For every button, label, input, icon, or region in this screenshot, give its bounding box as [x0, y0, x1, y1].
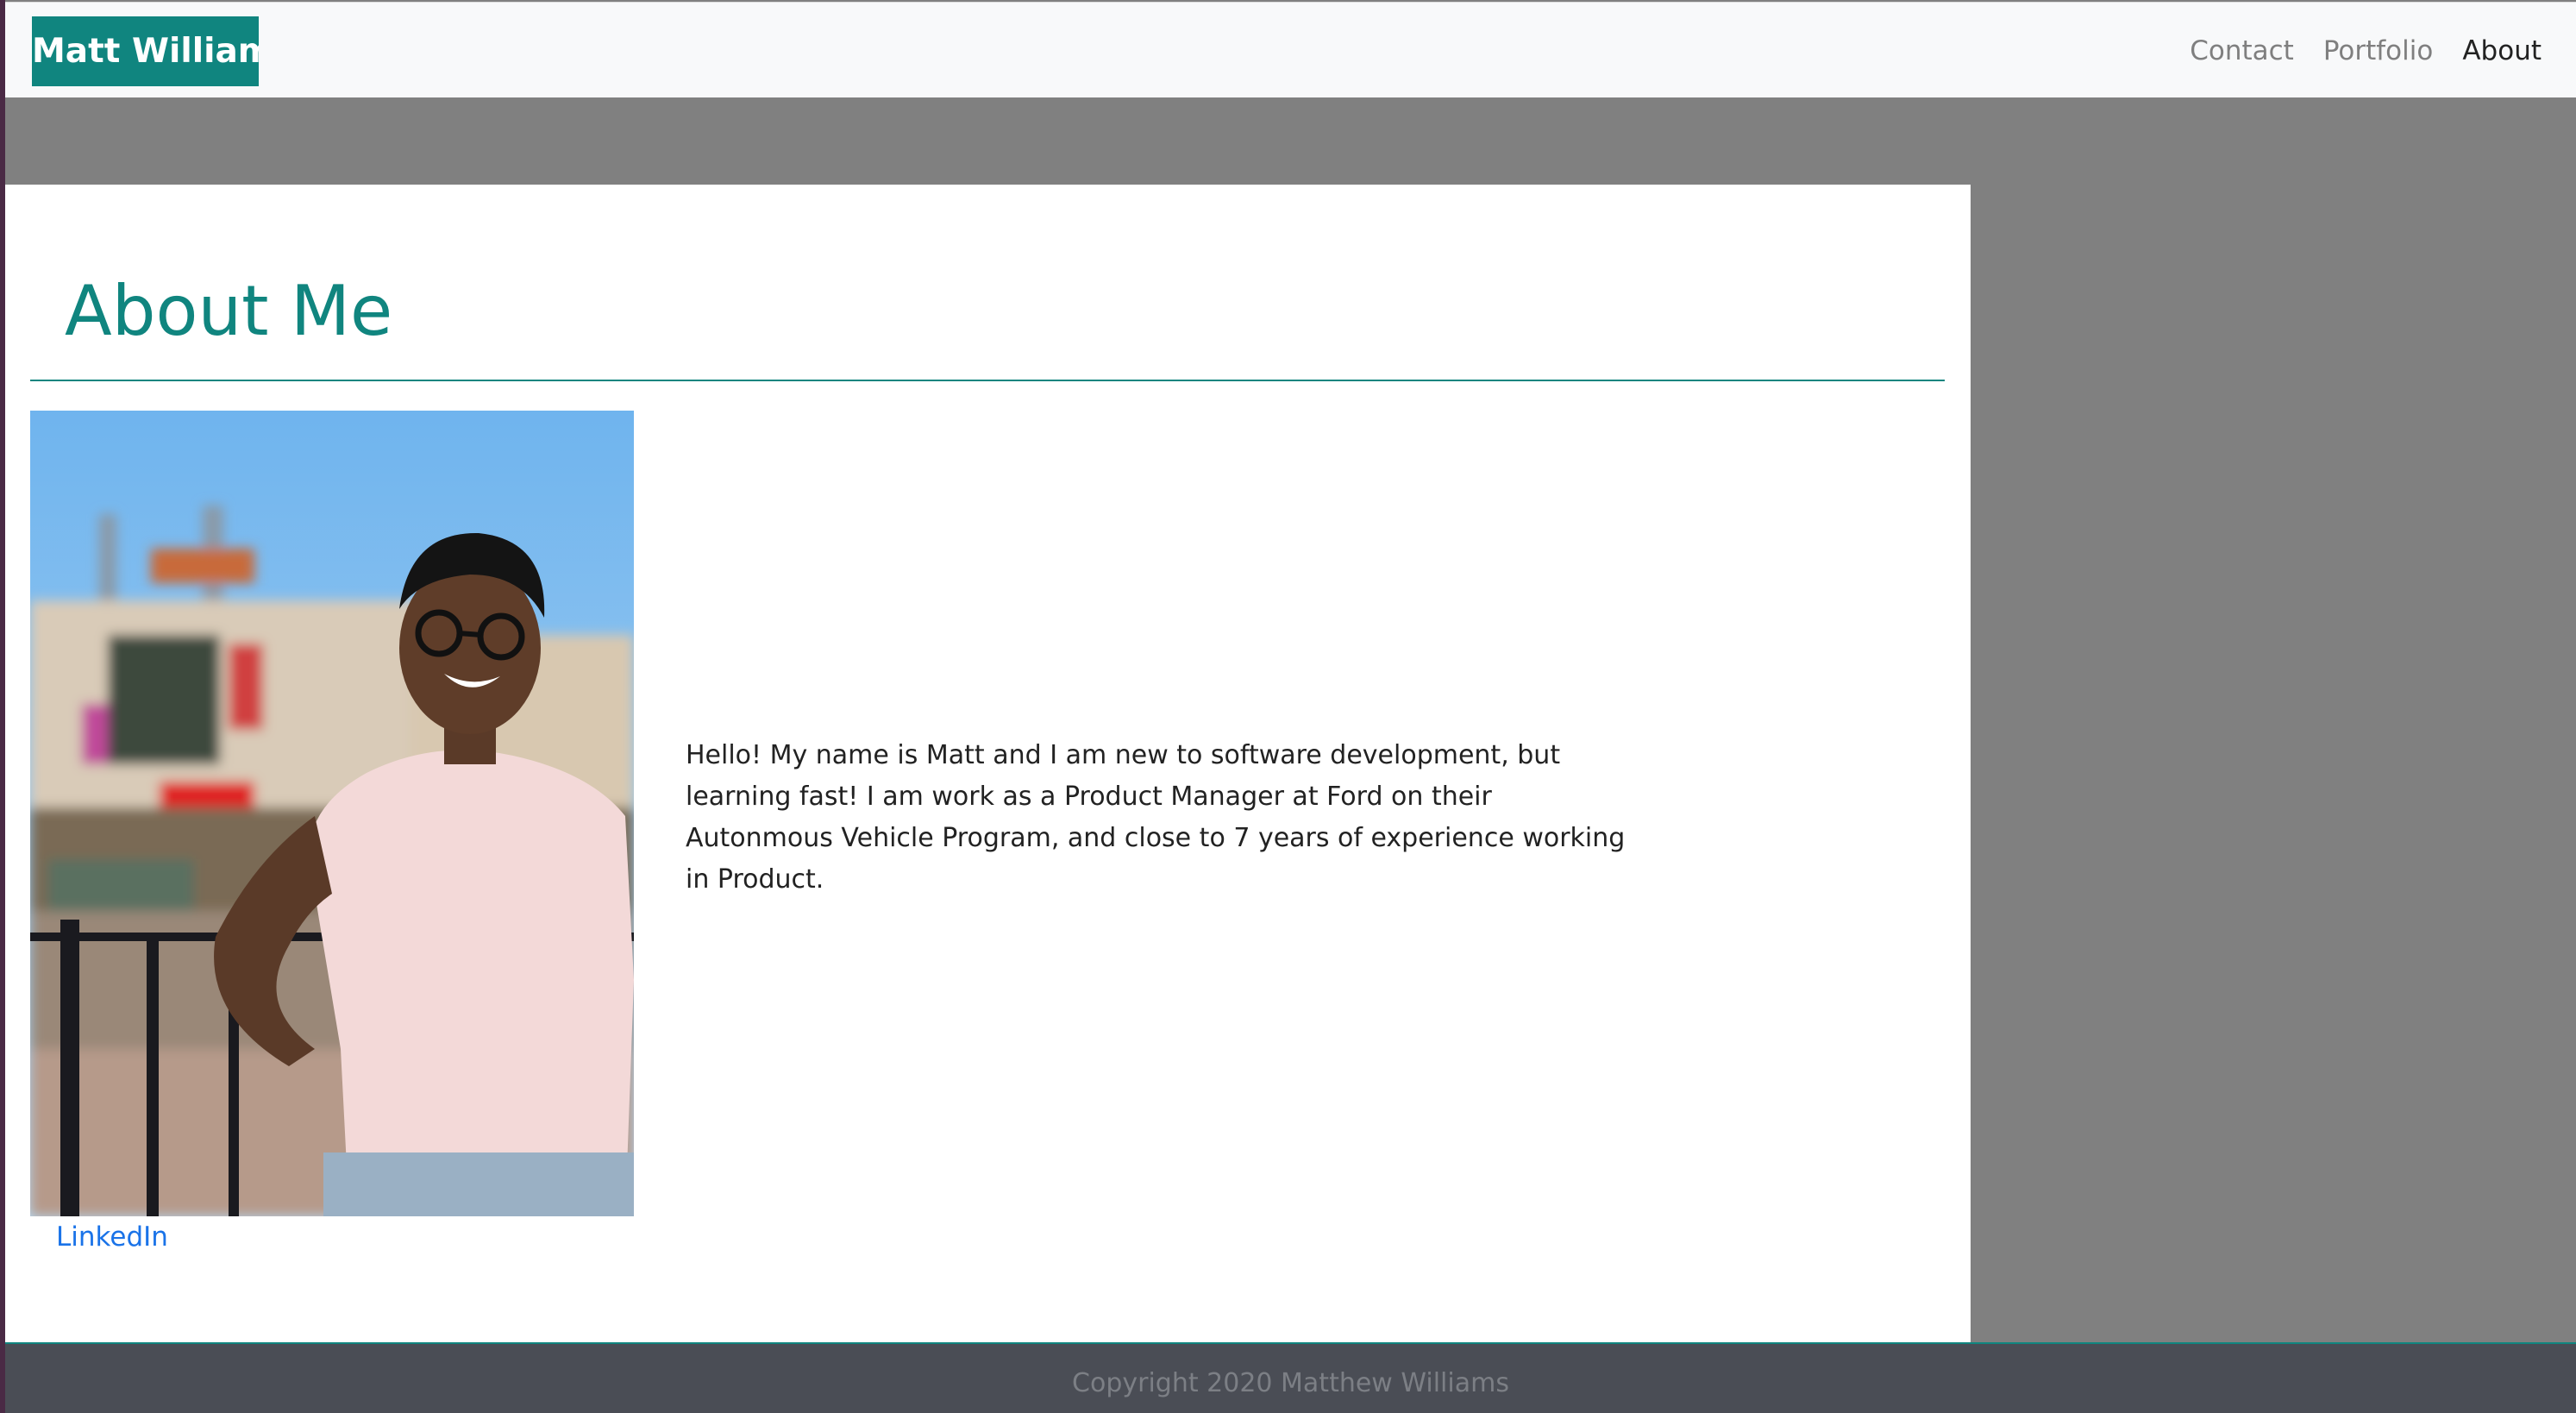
footer: Copyright 2020 Matthew Williams [5, 1342, 2576, 1413]
nav-link-portfolio[interactable]: Portfolio [2323, 35, 2434, 66]
profile-photo [30, 411, 634, 1216]
nav-link-about[interactable]: About [2462, 35, 2542, 66]
title-divider [30, 380, 1945, 381]
copyright-text: Copyright 2020 Matthew Williams [1072, 1368, 1509, 1398]
nav-link-contact[interactable]: Contact [2190, 35, 2294, 66]
about-card: About Me LinkedIn Hello! My name is Matt… [5, 185, 1971, 1342]
navbar: Matt Williams Contact Portfolio About [5, 2, 2576, 97]
linkedin-link[interactable]: LinkedIn [56, 1221, 168, 1253]
page-title: About Me [65, 271, 393, 351]
nav-links: Contact Portfolio About [2190, 3, 2542, 98]
bio-text: Hello! My name is Matt and I am new to s… [686, 740, 1626, 895]
brand-logo[interactable]: Matt Williams [32, 16, 259, 86]
